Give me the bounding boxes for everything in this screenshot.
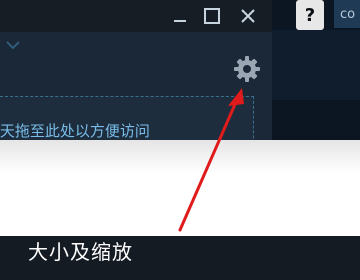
- menu-item-size-and-zoom[interactable]: 大小及缩放: [28, 236, 133, 264]
- drop-zone-text: ]天拖至此处以方便访问: [0, 122, 150, 140]
- white-overlay-shadow: [0, 140, 360, 236]
- minimize-icon[interactable]: [170, 6, 190, 26]
- help-button[interactable]: ?: [296, 0, 324, 30]
- close-icon[interactable]: [238, 6, 258, 26]
- right-panel-bar: [272, 30, 360, 100]
- chevron-down-icon[interactable]: [6, 40, 20, 50]
- tab-partial[interactable]: co: [334, 0, 360, 28]
- context-menu-mask: [0, 236, 24, 280]
- titlebar: [0, 0, 272, 32]
- maximize-icon[interactable]: [202, 6, 222, 26]
- gear-icon[interactable]: [232, 54, 262, 84]
